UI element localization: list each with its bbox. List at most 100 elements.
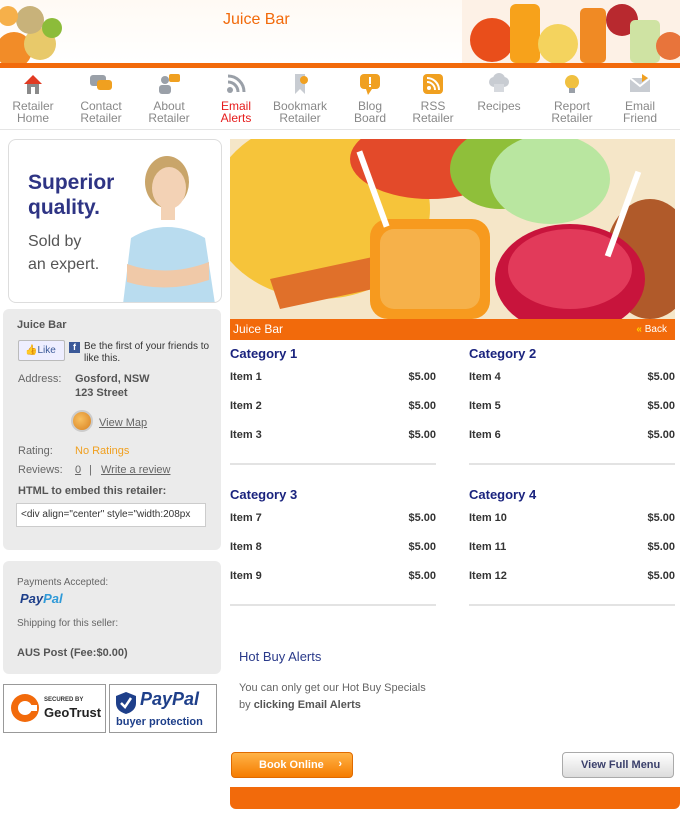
view-full-menu-label: View Full Menu: [581, 759, 661, 771]
paypal-badge-sub: buyer protection: [116, 716, 203, 728]
menu-item-row[interactable]: Item 10 $5.00: [469, 512, 675, 541]
nav-email-friend[interactable]: Email Friend: [618, 72, 662, 124]
rss-icon: [423, 74, 443, 94]
nav-report-retailer[interactable]: Report Retailer: [548, 72, 596, 124]
back-label: Back: [644, 324, 667, 335]
item-price: $5.00: [408, 512, 436, 524]
hot-buy-line-2-prefix: by: [239, 699, 251, 711]
rating-label: Rating:: [18, 445, 53, 457]
category-title: Category 2: [469, 346, 537, 361]
view-full-menu-button[interactable]: View Full Menu: [562, 752, 674, 778]
address-line-1: Gosford, NSW: [75, 373, 150, 385]
item-name: Item 3: [230, 429, 262, 441]
category-title: Category 3: [230, 487, 298, 502]
menu-item-row[interactable]: Item 1 $5.00: [230, 371, 436, 400]
nav-blog-board[interactable]: Blog Board: [350, 72, 390, 124]
nav-label-line2: Alerts: [220, 111, 252, 125]
item-name: Item 7: [230, 512, 262, 524]
nav-rss-retailer[interactable]: RSS Retailer: [409, 72, 457, 124]
paypal-badge-name: PayPal: [140, 689, 200, 709]
like-label: Like: [37, 345, 56, 356]
menu-item-row[interactable]: Item 7 $5.00: [230, 512, 436, 541]
address-line-2: 123 Street: [75, 387, 128, 399]
menu-item-row[interactable]: Item 3 $5.00: [230, 429, 436, 458]
menu-title-bar: Juice Bar « Back: [230, 319, 675, 340]
nav-label-line2: Friend: [622, 111, 657, 125]
menu-item-row[interactable]: Item 4 $5.00: [469, 371, 675, 400]
reviews-label: Reviews:: [18, 464, 63, 476]
item-price: $5.00: [647, 371, 675, 383]
item-name: Item 1: [230, 371, 262, 383]
geotrust-name: GeoTrust: [44, 705, 102, 720]
menu-item-row[interactable]: Item 9 $5.00: [230, 570, 436, 599]
map-globe-icon[interactable]: [71, 410, 93, 432]
chat-icon: [90, 75, 112, 90]
envelope-icon: [629, 74, 651, 92]
item-name: Item 8: [230, 541, 262, 553]
menu-item-row[interactable]: Item 8 $5.00: [230, 541, 436, 570]
item-price: $5.00: [408, 570, 436, 582]
promo-banner[interactable]: Superior quality. Sold by an expert.: [8, 139, 222, 303]
category-divider: [230, 604, 436, 606]
item-price: $5.00: [408, 371, 436, 383]
book-online-button[interactable]: Book Online ›: [231, 752, 353, 778]
nav-recipes[interactable]: Recipes: [474, 72, 524, 112]
promo-text: Superior quality. Sold by an expert.: [28, 170, 118, 276]
footer-accent-bar: [230, 787, 680, 809]
nav-contact-retailer[interactable]: Contact Retailer: [77, 72, 125, 124]
item-price: $5.00: [647, 541, 675, 553]
item-name: Item 5: [469, 400, 501, 412]
menu-item-row[interactable]: Item 6 $5.00: [469, 429, 675, 458]
nav-label-line2: Retailer: [80, 111, 122, 125]
juice-drinks-image: [462, 0, 680, 63]
payments-accepted-label: Payments Accepted:: [17, 577, 109, 588]
item-price: $5.00: [647, 429, 675, 441]
page-header: Juice Bar: [0, 0, 680, 63]
menu-item-row[interactable]: Item 12 $5.00: [469, 570, 675, 599]
nav-retailer-home[interactable]: Retailer Home: [10, 72, 56, 124]
back-link[interactable]: « Back: [636, 324, 667, 335]
facebook-like-button[interactable]: 👍Like: [18, 340, 65, 361]
view-map-link[interactable]: View Map: [99, 417, 147, 429]
item-price: $5.00: [408, 400, 436, 412]
embed-code-field[interactable]: <div align="center" style="width:208px: [16, 503, 206, 527]
people-icon: [159, 74, 180, 94]
reviews-count-link[interactable]: 0: [75, 464, 81, 476]
menu-item-row[interactable]: Item 5 $5.00: [469, 400, 675, 429]
lightbulb-icon: [565, 75, 579, 93]
paypal-pal: Pal: [43, 591, 63, 606]
promo-sub-2: an expert.: [28, 256, 100, 273]
category-block: Category 3 Item 7 $5.00 Item 8 $5.00 Item …: [230, 487, 436, 599]
item-name: Item 2: [230, 400, 262, 412]
nav-label-line2: Board: [353, 111, 387, 125]
address-label: Address:: [18, 373, 62, 385]
item-price: $5.00: [647, 400, 675, 412]
facebook-like-text: Be the first of your friends to like thi…: [84, 341, 210, 364]
write-review-link[interactable]: Write a review: [101, 464, 170, 476]
hot-buy-alerts-title: Hot Buy Alerts: [239, 649, 322, 664]
promo-sub-1: Sold by: [28, 233, 82, 250]
facebook-icon: f: [69, 342, 80, 353]
hot-buy-alerts-text: You can only get our Hot Buy Specials by…: [239, 680, 426, 714]
menu-item-row[interactable]: Item 2 $5.00: [230, 400, 436, 429]
item-name: Item 6: [469, 429, 501, 441]
nav-label-line2: Retailer: [279, 111, 321, 125]
retailer-nav: Retailer Home Contact Retailer About Ret…: [0, 68, 680, 130]
paypal-pay: Pay: [20, 591, 44, 606]
nav-label-line2: Retailer: [148, 111, 190, 125]
hot-buy-email-alerts-link[interactable]: clicking Email Alerts: [254, 699, 361, 711]
nav-bookmark-retailer[interactable]: Bookmark Retailer: [270, 72, 330, 124]
nav-email-alerts[interactable]: Email Alerts: [214, 72, 258, 124]
nav-label-line1: Recipes: [477, 99, 521, 113]
nav-about-retailer[interactable]: About Retailer: [145, 72, 193, 124]
item-price: $5.00: [647, 512, 675, 524]
smiling-woman-image: [123, 156, 215, 302]
promo-headline-2: quality.: [28, 196, 100, 219]
category-divider: [469, 604, 675, 606]
menu-title: Juice Bar: [233, 322, 284, 336]
geotrust-badge[interactable]: SECURED BY GeoTrust: [3, 684, 106, 733]
shipping-label: Shipping for this seller:: [17, 618, 119, 629]
menu-item-row[interactable]: Item 11 $5.00: [469, 541, 675, 570]
category-divider: [469, 463, 675, 465]
paypal-buyer-protection-badge[interactable]: PayPal buyer protection: [109, 684, 217, 733]
